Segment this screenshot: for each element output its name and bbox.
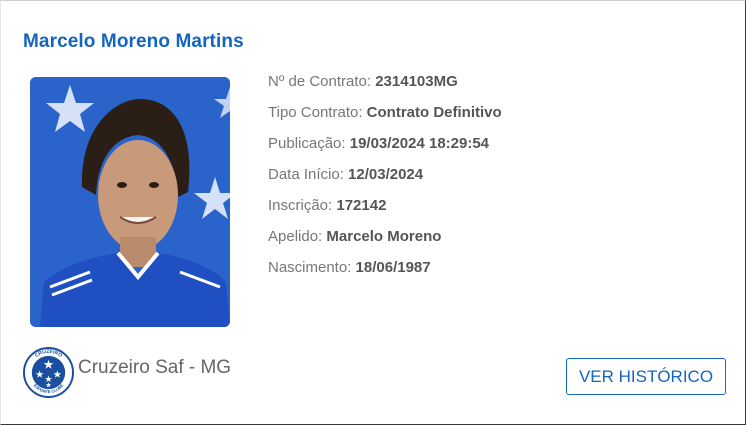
club-name: Cruzeiro Saf - MG [78,356,232,378]
contract-details: Nº de Contrato: 2314103MG Tipo Contrato:… [268,73,502,290]
detail-contract-number: Nº de Contrato: 2314103MG [268,73,502,104]
detail-value: 18/06/1987 [355,259,431,276]
club-info: CRUZEIRO ESPORTE CLUBE Cruzeiro Saf - MG [23,347,231,398]
detail-label: Nº de Contrato: [268,73,372,90]
detail-registration: Inscrição: 172142 [268,197,502,228]
detail-value: Marcelo Moreno [326,228,442,245]
detail-label: Inscrição: [268,197,333,214]
detail-value: Contrato Definitivo [366,104,502,121]
detail-label: Publicação: [268,135,346,152]
player-photo [30,77,230,327]
detail-value: 12/03/2024 [348,166,424,183]
detail-label: Data Início: [268,166,344,183]
detail-start-date: Data Início: 12/03/2024 [268,166,502,197]
view-history-button[interactable]: VER HISTÓRICO [566,358,726,395]
player-card: Marcelo Moreno Martins Nº de Contrato: 2… [0,0,746,425]
detail-label: Tipo Contrato: [268,104,363,121]
detail-birth: Nascimento: 18/06/1987 [268,259,502,290]
detail-label: Nascimento: [268,259,352,276]
detail-publication: Publicação: 19/03/2024 18:29:54 [268,135,502,166]
detail-value: 2314103MG [375,73,458,90]
detail-value: 19/03/2024 18:29:54 [349,135,490,152]
detail-nickname: Apelido: Marcelo Moreno [268,228,502,259]
player-name: Marcelo Moreno Martins [23,31,244,52]
detail-value: 172142 [336,197,387,214]
detail-label: Apelido: [268,228,323,245]
detail-contract-type: Tipo Contrato: Contrato Definitivo [268,104,502,135]
cruzeiro-crest-icon: CRUZEIRO ESPORTE CLUBE [23,347,74,398]
